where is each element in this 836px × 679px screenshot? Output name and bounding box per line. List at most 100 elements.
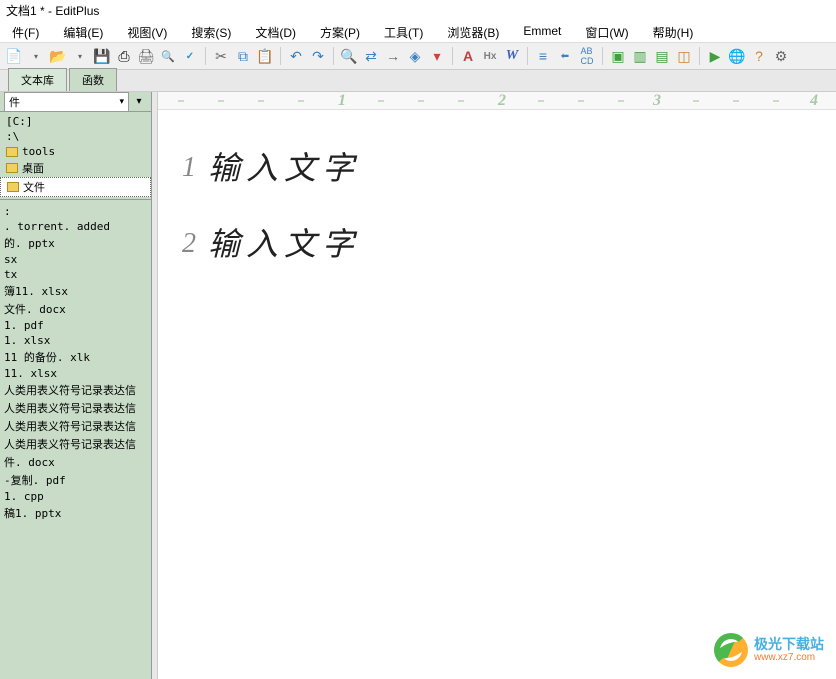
file-item[interactable]: 稿1. pptx xyxy=(0,504,151,522)
copy-button[interactable]: ⧉ xyxy=(233,46,253,66)
text-line[interactable]: 输入文字 xyxy=(208,130,836,206)
menu-window[interactable]: 窗口(W) xyxy=(573,22,640,40)
sidebar-menu-button[interactable]: ▾ xyxy=(131,94,147,110)
tab-textlib[interactable]: 文本库 xyxy=(8,68,67,91)
file-item[interactable]: : xyxy=(0,204,151,219)
menu-search[interactable]: 搜索(S) xyxy=(179,22,243,40)
tab-functions[interactable]: 函数 xyxy=(69,68,117,91)
wordwrap-button[interactable]: W xyxy=(502,46,522,66)
menu-document[interactable]: 文档(D) xyxy=(243,22,308,40)
menu-browser[interactable]: 浏览器(B) xyxy=(435,22,511,40)
browser-button[interactable]: 🌐 xyxy=(727,46,747,66)
replace-button[interactable]: ⇄ xyxy=(361,46,381,66)
file-item[interactable]: 1. xlsx xyxy=(0,333,151,348)
title-bar: 文档1 * - EditPlus xyxy=(0,0,836,20)
ruler-mark: 1 xyxy=(338,92,346,110)
run-button[interactable]: ▶ xyxy=(705,46,725,66)
save-all-button[interactable]: ⎙ xyxy=(114,46,134,66)
folder-icon xyxy=(7,182,19,192)
bookmark-button[interactable]: ◈ xyxy=(405,46,425,66)
open-button[interactable]: 📂 xyxy=(48,46,68,66)
toolbar: 📄 ▾ 📂 ▾ 💾 ⎙ 🖨 🔍 ✓ ✂ ⧉ 📋 ↶ ↷ 🔍 ⇄ → ◈ ▾ A … xyxy=(0,42,836,70)
open-dropdown[interactable]: ▾ xyxy=(70,46,90,66)
dir-item[interactable]: tools xyxy=(0,144,151,159)
file-item[interactable]: . torrent. added xyxy=(0,219,151,234)
window2-button[interactable]: ▥ xyxy=(630,46,650,66)
window1-button[interactable]: ▣ xyxy=(608,46,628,66)
file-item[interactable]: 簿11. xlsx xyxy=(0,282,151,300)
line-number: 1 xyxy=(158,130,196,206)
sort-button[interactable]: ABCD xyxy=(577,46,597,66)
config-button[interactable]: ⚙ xyxy=(771,46,791,66)
dir-item[interactable]: [C:] xyxy=(0,114,151,129)
menu-emmet[interactable]: Emmet xyxy=(511,22,573,40)
watermark-logo-icon xyxy=(714,633,748,667)
file-list: : . torrent. added 的. pptx sx tx 簿11. xl… xyxy=(0,199,151,679)
new-dropdown[interactable]: ▾ xyxy=(26,46,46,66)
print-button[interactable]: 🖨 xyxy=(136,46,156,66)
line-gutter: 1 2 xyxy=(158,130,208,679)
help-button[interactable]: ? xyxy=(749,46,769,66)
menu-help[interactable]: 帮助(H) xyxy=(641,22,706,40)
file-item[interactable]: tx xyxy=(0,267,151,282)
folder-icon xyxy=(6,147,18,157)
ruler-mark: 2 xyxy=(498,92,506,110)
outdent-button[interactable]: ⬅ xyxy=(555,46,575,66)
ruler-mark: 3 xyxy=(653,92,661,110)
window3-button[interactable]: ▤ xyxy=(652,46,672,66)
sidebar: 件 ▾ ▾ [C:] :\ tools 桌面 文件 : . torrent. a… xyxy=(0,92,152,679)
print-preview-button[interactable]: 🔍 xyxy=(158,46,178,66)
file-item[interactable]: 的. pptx xyxy=(0,234,151,252)
chevron-down-icon: ▾ xyxy=(119,96,124,107)
file-item[interactable]: 11 的备份. xlk xyxy=(0,348,151,366)
file-item[interactable]: 人类用表义符号记录表达信 xyxy=(0,435,151,453)
goto-button[interactable]: → xyxy=(383,46,403,66)
drive-dropdown[interactable]: 件 ▾ xyxy=(4,92,129,112)
file-item[interactable]: 人类用表义符号记录表达信 xyxy=(0,417,151,435)
file-item[interactable]: sx xyxy=(0,252,151,267)
menu-view[interactable]: 视图(V) xyxy=(115,22,179,40)
main-area: 件 ▾ ▾ [C:] :\ tools 桌面 文件 : . torrent. a… xyxy=(0,92,836,679)
indent-button[interactable]: ≡ xyxy=(533,46,553,66)
paste-button[interactable]: 📋 xyxy=(255,46,275,66)
dir-item[interactable]: :\ xyxy=(0,129,151,144)
file-item[interactable]: 人类用表义符号记录表达信 xyxy=(0,381,151,399)
sidebar-header: 件 ▾ ▾ xyxy=(0,92,151,112)
dir-item-selected[interactable]: 文件 xyxy=(0,177,151,197)
editor-content[interactable]: 输入文字 输入文字 xyxy=(208,130,836,679)
file-item[interactable]: 件. docx xyxy=(0,453,151,471)
font-button[interactable]: A xyxy=(458,46,478,66)
separator xyxy=(699,47,700,65)
file-item[interactable]: -复制. pdf xyxy=(0,471,151,489)
dir-item[interactable]: 桌面 xyxy=(0,159,151,177)
file-item[interactable]: 1. pdf xyxy=(0,318,151,333)
window-title: 文档1 * - EditPlus xyxy=(6,4,99,18)
hex-button[interactable]: Hx xyxy=(480,46,500,66)
separator xyxy=(280,47,281,65)
new-file-button[interactable]: 📄 xyxy=(4,46,24,66)
ruler: 1 2 3 4 xyxy=(158,92,836,110)
save-button[interactable]: 💾 xyxy=(92,46,112,66)
file-item[interactable]: 11. xlsx xyxy=(0,366,151,381)
menu-tools[interactable]: 工具(T) xyxy=(372,22,435,40)
redo-button[interactable]: ↷ xyxy=(308,46,328,66)
watermark-title: 极光下载站 xyxy=(754,637,824,652)
separator xyxy=(205,47,206,65)
file-item[interactable]: 人类用表义符号记录表达信 xyxy=(0,399,151,417)
menu-file[interactable]: 件(F) xyxy=(0,22,51,40)
file-item[interactable]: 1. cpp xyxy=(0,489,151,504)
file-item[interactable]: 文件. docx xyxy=(0,300,151,318)
folder-icon xyxy=(6,163,18,173)
marker-button[interactable]: ▾ xyxy=(427,46,447,66)
editor-body[interactable]: 1 2 输入文字 输入文字 xyxy=(158,110,836,679)
split-button[interactable]: ◫ xyxy=(674,46,694,66)
spellcheck-button[interactable]: ✓ xyxy=(180,46,200,66)
cut-button[interactable]: ✂ xyxy=(211,46,231,66)
watermark: 极光下载站 www.xz7.com xyxy=(714,633,824,667)
menu-bar: 件(F) 编辑(E) 视图(V) 搜索(S) 文档(D) 方案(P) 工具(T)… xyxy=(0,20,836,42)
text-line[interactable]: 输入文字 xyxy=(208,206,836,282)
menu-project[interactable]: 方案(P) xyxy=(308,22,372,40)
undo-button[interactable]: ↶ xyxy=(286,46,306,66)
find-button[interactable]: 🔍 xyxy=(339,46,359,66)
menu-edit[interactable]: 编辑(E) xyxy=(51,22,115,40)
